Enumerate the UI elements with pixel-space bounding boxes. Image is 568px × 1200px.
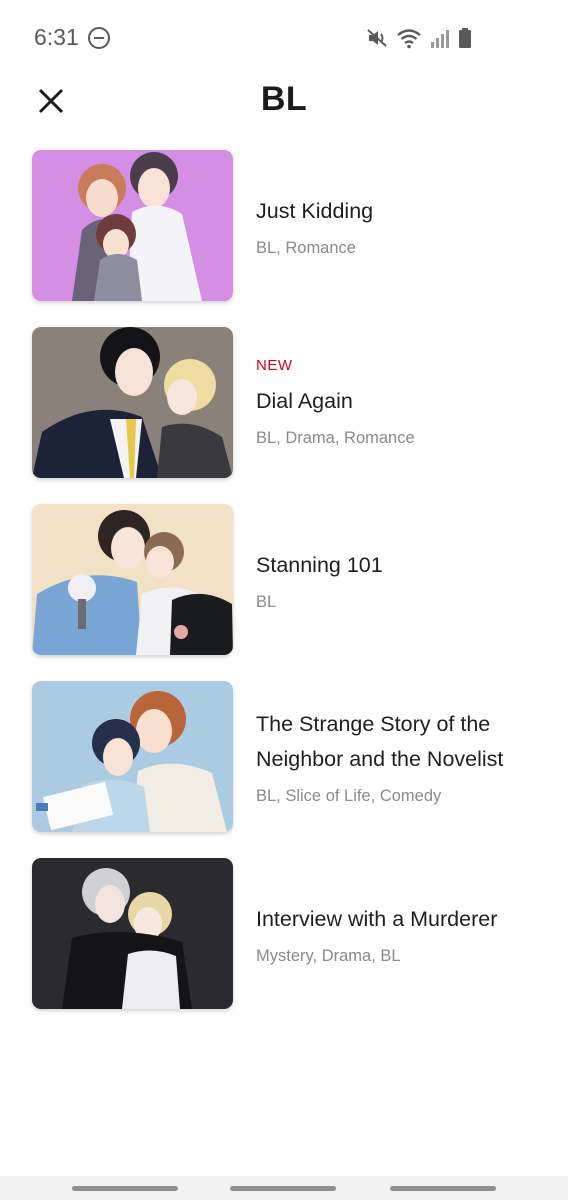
list-item[interactable]: The Strange Story of the Neighbor and th… xyxy=(0,681,568,858)
wifi-icon xyxy=(397,29,421,49)
cover-thumbnail[interactable] xyxy=(32,504,233,655)
item-info: Interview with a Murderer Mystery, Drama… xyxy=(256,858,548,1009)
new-badge: NEW xyxy=(256,357,293,374)
page-title: BL xyxy=(260,80,308,118)
cover-thumbnail[interactable] xyxy=(32,681,233,832)
do-not-disturb-icon xyxy=(88,27,110,49)
header: BL xyxy=(0,76,568,132)
item-title: The Strange Story of the Neighbor and th… xyxy=(256,712,504,771)
cover-thumbnail[interactable] xyxy=(32,858,233,1009)
mute-icon xyxy=(367,29,387,47)
nav-home-handle[interactable] xyxy=(230,1186,336,1191)
list-item[interactable]: Just Kidding BL, Romance xyxy=(0,150,568,327)
item-title: Stanning 101 xyxy=(256,552,383,577)
cover-image xyxy=(32,504,233,655)
item-genres: BL, Slice of Life, Comedy xyxy=(256,787,442,805)
item-title: Dial Again xyxy=(256,389,353,413)
list-item[interactable]: Interview with a Murderer Mystery, Drama… xyxy=(0,858,568,1035)
cover-image xyxy=(32,858,233,1009)
item-info: Stanning 101 BL xyxy=(256,504,548,655)
cover-thumbnail[interactable] xyxy=(32,150,233,301)
item-info: NEW Dial Again BL, Drama, Romance xyxy=(256,327,548,478)
list-item[interactable]: Stanning 101 BL xyxy=(0,504,568,681)
item-info: Just Kidding BL, Romance xyxy=(256,150,548,301)
signal-icon xyxy=(431,30,449,48)
cover-image xyxy=(32,681,233,832)
item-genres: BL xyxy=(256,592,277,611)
list-item[interactable]: NEW Dial Again BL, Drama, Romance xyxy=(0,327,568,504)
item-genres: BL, Romance xyxy=(256,238,356,257)
series-list: Just Kidding BL, Romance NEW Dial Again … xyxy=(0,150,568,1035)
item-genres: BL, Drama, Romance xyxy=(256,429,415,447)
item-info: The Strange Story of the Neighbor and th… xyxy=(256,681,548,832)
nav-back-handle[interactable] xyxy=(390,1186,496,1191)
status-icons xyxy=(366,26,472,50)
cover-image xyxy=(32,150,233,301)
system-navigation-bar xyxy=(0,1176,568,1200)
cover-image xyxy=(32,327,233,478)
battery-icon xyxy=(459,28,471,48)
item-genres: Mystery, Drama, BL xyxy=(256,946,401,965)
status-bar: 6:31 xyxy=(0,0,568,76)
nav-recents-handle[interactable] xyxy=(72,1186,178,1191)
item-title: Interview with a Murderer xyxy=(256,906,498,931)
status-time: 6:31 xyxy=(34,24,79,50)
item-title: Just Kidding xyxy=(256,198,374,223)
cover-thumbnail[interactable] xyxy=(32,327,233,478)
